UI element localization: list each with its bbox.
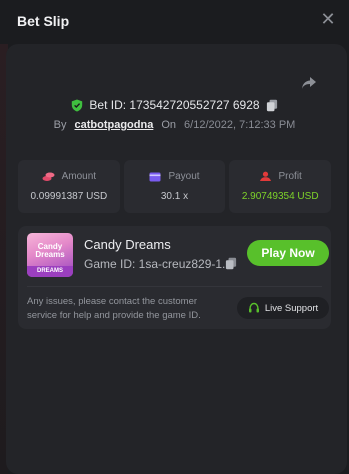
thumbnail-title-line2: Dreams (35, 250, 65, 259)
bet-id-row: Bet ID: 173542720552727 6928 (0, 96, 349, 114)
stat-profit-value: 2.90749354 USD (241, 191, 319, 202)
headset-icon (248, 302, 259, 313)
game-id: Game ID: 1sa-creuz829-1... (84, 257, 233, 271)
page-title: Bet Slip (17, 13, 70, 29)
profit-icon (259, 171, 271, 181)
bet-date: 6/12/2022, 7:12:33 PM (184, 119, 296, 131)
divider (27, 286, 322, 287)
game-card: Candy Dreams DREAMS Candy Dreams Game ID… (18, 226, 331, 329)
stat-profit: Profit 2.90749354 USD (229, 160, 332, 213)
on-label: On (161, 119, 177, 131)
wallet-icon (149, 172, 161, 181)
close-icon[interactable]: ✕ (319, 9, 337, 29)
stat-profit-label: Profit (278, 171, 302, 182)
stats-row: Amount 0.09991387 USD Payout 30.1 x Prof… (18, 160, 332, 213)
header: Bet Slip ✕ (0, 0, 349, 44)
live-support-button[interactable]: Live Support (237, 297, 329, 319)
stat-amount-label: Amount (61, 171, 97, 182)
bet-id: Bet ID: 173542720552727 6928 (89, 98, 260, 112)
share-icon[interactable] (300, 74, 318, 92)
play-now-button[interactable]: Play Now (247, 240, 329, 266)
game-thumbnail[interactable]: Candy Dreams DREAMS (27, 233, 73, 277)
coins-icon (42, 172, 55, 181)
support-note: Any issues, please contact the customer … (27, 296, 201, 321)
stat-payout: Payout 30.1 x (123, 160, 226, 213)
stat-amount: Amount 0.09991387 USD (18, 160, 120, 213)
bet-meta-row: By catbotpagodna On 6/12/2022, 7:12:33 P… (0, 116, 349, 134)
game-name: Candy Dreams (84, 237, 171, 252)
live-support-label: Live Support (264, 302, 319, 314)
copy-icon[interactable] (225, 257, 237, 270)
shield-check-icon (72, 99, 83, 111)
stat-payout-value: 30.1 x (160, 191, 189, 202)
copy-icon[interactable] (266, 99, 278, 112)
stat-payout-label: Payout (168, 171, 200, 182)
stat-amount-value: 0.09991387 USD (30, 191, 108, 202)
username-link[interactable]: catbotpagodna (75, 119, 154, 131)
thumbnail-banner: DREAMS (27, 266, 73, 277)
by-label: By (53, 119, 67, 131)
